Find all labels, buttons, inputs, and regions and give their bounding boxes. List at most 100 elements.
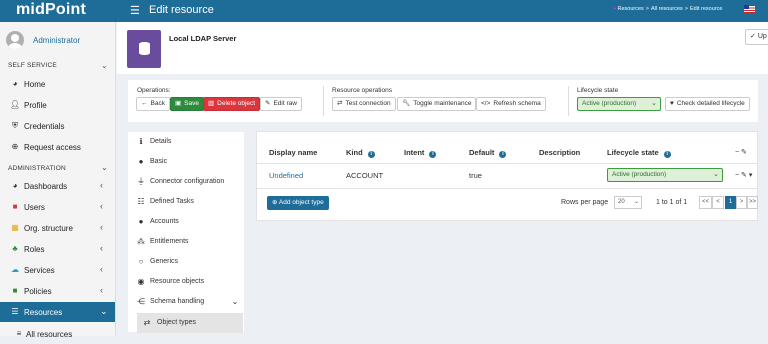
- breadcrumb-all-resources[interactable]: All resources: [651, 6, 683, 12]
- rows-per-page-label: Rows per page: [561, 199, 609, 206]
- sidebar-item-home[interactable]: ◕ Home: [0, 74, 115, 94]
- column-kind[interactable]: Kind i: [346, 148, 375, 158]
- sidebar-item-users[interactable]: ■ Users ‹: [0, 197, 115, 217]
- row-lifecycle-select[interactable]: Active (production) ⌄: [607, 168, 723, 182]
- info-icon[interactable]: i: [429, 151, 437, 158]
- dashboard-icon: ◕: [12, 181, 18, 190]
- menu-item-schema-handling[interactable]: ⋲ Schema handling ⌄: [128, 292, 244, 312]
- sidebar-item-request-access[interactable]: ⊕ Request access: [0, 137, 115, 157]
- column-display-name[interactable]: Display name: [269, 148, 317, 157]
- breadcrumb: ▪ Resources > All resources > Edit resource: [614, 6, 723, 12]
- chevron-left-icon: ‹: [100, 201, 103, 211]
- breadcrumb-icon: ▪: [614, 6, 616, 12]
- back-button[interactable]: ← Back: [136, 97, 170, 111]
- sidebar-item-credentials[interactable]: ⛨ Credentials: [0, 116, 115, 136]
- lifecycle-state-value: Active (production): [582, 100, 637, 107]
- check-lifecycle-button[interactable]: ♥ Check detailed lifecycle: [665, 97, 750, 111]
- sidebar-item-label: Roles: [24, 245, 45, 254]
- pager-page-1[interactable]: 1: [725, 196, 736, 209]
- sidebar-item-label: All resources: [26, 330, 73, 339]
- back-label: Back: [150, 100, 165, 107]
- test-connection-label: Test connection: [345, 100, 391, 107]
- divider: [323, 86, 324, 116]
- menu-item-label: Schema handling: [150, 298, 205, 305]
- menu-item-resource-objects[interactable]: ◉ Resource objects: [128, 272, 244, 292]
- pager-prev-button[interactable]: <: [712, 196, 724, 209]
- save-button[interactable]: ▣ Save: [170, 97, 204, 111]
- toggle-maintenance-button[interactable]: 🔧︎ Toggle maintenance: [397, 97, 477, 111]
- edit-icon[interactable]: ✎: [741, 172, 747, 179]
- menu-item-connector-configuration[interactable]: ⏚ Connector configuration: [128, 172, 244, 192]
- sidebar-item-services[interactable]: ☁ Services ‹: [0, 260, 115, 280]
- add-object-type-button[interactable]: ⊕ Add object type: [267, 196, 329, 210]
- sidebar-item-org-structure[interactable]: ▦ Org. structure ‹: [0, 218, 115, 238]
- menu-item-details[interactable]: ℹ Details: [128, 132, 244, 152]
- sidebar-item-label: Credentials: [24, 122, 65, 131]
- page-title: Edit resource: [149, 4, 214, 16]
- refresh-schema-label: Refresh schema: [493, 100, 541, 107]
- minus-icon[interactable]: −: [735, 172, 739, 179]
- row-actions[interactable]: − ✎ ▾: [735, 171, 752, 179]
- header-actions[interactable]: − ✎: [735, 148, 747, 156]
- edit-icon[interactable]: ✎: [741, 149, 747, 156]
- info-icon: ℹ: [139, 137, 143, 146]
- refresh-schema-button[interactable]: </> Refresh schema: [476, 97, 546, 111]
- midpoint-logo[interactable]: midPoint: [16, 0, 86, 22]
- shield-icon: ⛨: [12, 121, 18, 130]
- rows-per-page-select[interactable]: 20 ⌄: [614, 196, 642, 209]
- pager-first-button[interactable]: <<: [699, 196, 712, 209]
- sidebar: Administrator SELF SERVICE ⌄ ◕ Home 👤︎ Pro…: [0, 22, 116, 339]
- menu-item-basic[interactable]: ● Basic: [128, 152, 244, 172]
- toggle-maintenance-label: Toggle maintenance: [413, 100, 472, 107]
- delete-object-button[interactable]: ▥ Delete object: [203, 97, 261, 111]
- column-lifecycle-state[interactable]: Lifecycle state i: [607, 148, 671, 158]
- language-flag-icon[interactable]: [744, 5, 755, 13]
- sidebar-item-profile[interactable]: 👤︎ Profile: [0, 95, 115, 115]
- resource-name: Local LDAP Server: [169, 34, 237, 43]
- chevron-down-icon: ⌄: [713, 171, 719, 178]
- info-icon[interactable]: i: [663, 151, 671, 158]
- pagination-range: 1 to 1 of 1: [656, 199, 688, 206]
- operations-label: Operations:: [137, 87, 171, 94]
- row-default: true: [469, 171, 482, 180]
- menu-toggle-icon[interactable]: ☰: [130, 4, 140, 17]
- info-icon[interactable]: i: [367, 151, 375, 158]
- up-button[interactable]: ✓ Up: [745, 29, 768, 45]
- lifecycle-state-select[interactable]: Active (production) ⌄: [577, 97, 661, 111]
- chevron-down-icon[interactable]: ⌄: [101, 163, 108, 172]
- breadcrumb-resources[interactable]: Resources: [617, 6, 643, 12]
- sidebar-item-label: Resources: [24, 308, 63, 317]
- menu-item-label: Connector configuration: [150, 178, 225, 185]
- column-description[interactable]: Description: [539, 148, 580, 157]
- chevron-down-icon[interactable]: ▾: [749, 172, 753, 179]
- menu-item-entitlements[interactable]: ⁂ Entitlements: [128, 232, 244, 252]
- chevron-down-icon[interactable]: ⌄: [101, 61, 108, 70]
- user-panel[interactable]: Administrator: [0, 22, 116, 56]
- sidebar-item-dashboards[interactable]: ◕ Dashboards ‹: [0, 176, 115, 196]
- sidebar-item-all-resources[interactable]: ≡ All resources: [0, 324, 115, 344]
- user-name[interactable]: Administrator: [33, 36, 80, 45]
- chevron-down-icon: ⌄: [231, 297, 239, 306]
- roles-icon: ♣: [12, 244, 18, 253]
- menu-item-object-types[interactable]: ⇄ Object types: [137, 313, 243, 333]
- sidebar-item-policies[interactable]: ■ Policies ‹: [0, 281, 115, 301]
- column-default[interactable]: Default i: [469, 148, 507, 158]
- sidebar-item-label: Request access: [24, 143, 81, 152]
- info-icon[interactable]: i: [499, 151, 507, 158]
- pager-last-button[interactable]: >>: [747, 196, 758, 209]
- row-display-name[interactable]: Undefined: [269, 171, 303, 180]
- menu-item-accounts[interactable]: ● Accounts: [128, 212, 244, 232]
- menu-item-generics[interactable]: ○ Generics: [128, 252, 244, 272]
- column-intent[interactable]: Intent i: [404, 148, 437, 158]
- sidebar-item-label: Services: [24, 266, 55, 275]
- test-connection-button[interactable]: ⇄ Test connection: [332, 97, 396, 111]
- edit-raw-button[interactable]: ✎ Edit raw: [260, 97, 302, 111]
- plug-icon: ⏚: [137, 177, 145, 186]
- pager-next-button[interactable]: >: [736, 196, 747, 209]
- menu-item-defined-tasks[interactable]: ☷ Defined Tasks: [128, 192, 244, 212]
- sidebar-item-resources[interactable]: ☰ Resources ⌄: [0, 302, 115, 322]
- sidebar-item-label: Org. structure: [24, 224, 73, 233]
- minus-icon[interactable]: −: [735, 149, 739, 156]
- database-icon: [127, 30, 161, 68]
- sidebar-item-roles[interactable]: ♣ Roles ‹: [0, 239, 115, 259]
